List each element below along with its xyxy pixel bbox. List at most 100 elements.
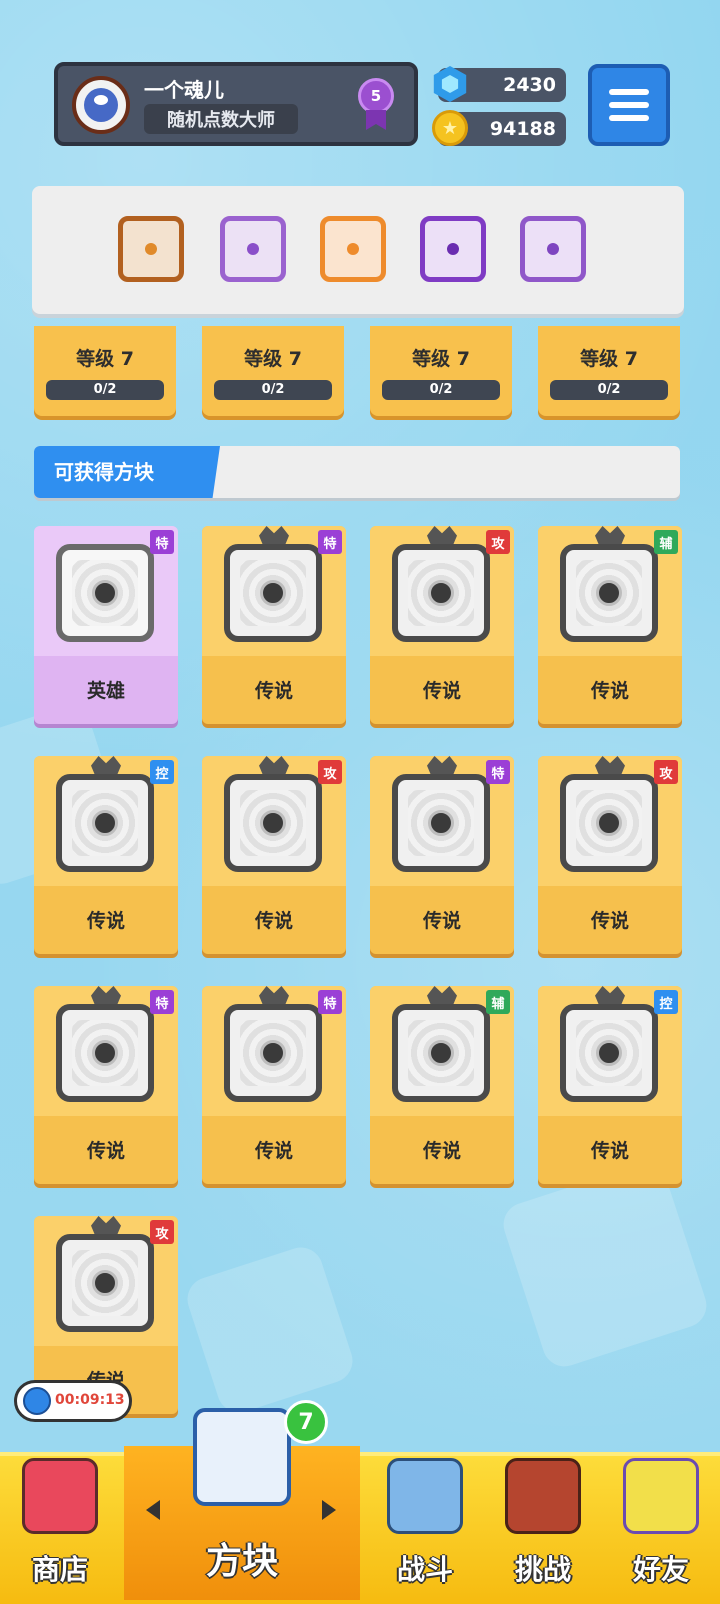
stopwatch-icon (23, 1387, 51, 1415)
block-level: 等级 7 (580, 348, 638, 370)
block-progress: 0/2 (382, 380, 500, 400)
nav-prev-arrow-icon[interactable] (146, 1500, 160, 1520)
block-die-icon (392, 1004, 490, 1102)
nav-challenge[interactable]: 挑战 (484, 1452, 602, 1600)
nav-blocks[interactable]: 方块 (124, 1408, 360, 1594)
player-avatar[interactable] (72, 76, 130, 134)
block-card[interactable]: 辅传说 (538, 526, 682, 724)
block-die-icon (224, 774, 322, 872)
battle-shield-icon (387, 1458, 463, 1534)
block-rarity: 英雄 (86, 680, 125, 702)
block-rarity: 传说 (86, 910, 125, 932)
block-rarity: 传说 (590, 680, 629, 702)
nav-blocks-label: 方块 (205, 1541, 278, 1582)
block-type-tag: 特 (318, 530, 342, 554)
die-pip-icon (260, 810, 286, 836)
block-progress: 0/2 (550, 380, 668, 400)
nav-next-arrow-icon[interactable] (322, 1500, 336, 1520)
block-die-icon (56, 1004, 154, 1102)
nav-battle[interactable]: 战斗 (366, 1452, 484, 1600)
nav-challenge-label: 挑战 (514, 1553, 571, 1586)
deck-slot-2[interactable] (220, 216, 286, 282)
block-die-icon (392, 774, 490, 872)
bg-decoration (497, 1157, 713, 1373)
block-type-tag: 特 (150, 530, 174, 554)
block-type-tag: 攻 (486, 530, 510, 554)
gem-counter[interactable]: 2430 (433, 66, 566, 102)
block-rarity: 传说 (422, 1140, 461, 1162)
block-card[interactable]: 特传说 (370, 756, 514, 954)
die-pip-icon (428, 580, 454, 606)
nav-friends[interactable]: 好友 (602, 1452, 720, 1600)
block-die-icon (56, 1234, 154, 1332)
block-type-tag: 特 (318, 990, 342, 1014)
block-rarity: 传说 (590, 1140, 629, 1162)
block-die-icon (224, 544, 322, 642)
block-die-icon (56, 544, 154, 642)
nav-friends-label: 好友 (632, 1553, 689, 1586)
block-rarity: 传说 (254, 1140, 293, 1162)
owned-block-card[interactable]: 等级 7 0/2 (202, 326, 344, 416)
section-header: 可获得方块 (34, 446, 680, 498)
block-die-icon (224, 1004, 322, 1102)
block-card[interactable]: 特传说 (202, 526, 346, 724)
block-die-icon (392, 544, 490, 642)
deck-slot-5[interactable] (520, 216, 586, 282)
owned-block-card[interactable]: 等级 7 0/2 (538, 326, 680, 416)
block-die-icon (560, 544, 658, 642)
block-progress: 0/2 (214, 380, 332, 400)
block-type-tag: 控 (654, 990, 678, 1014)
block-level: 等级 7 (76, 348, 134, 370)
block-die-icon (560, 774, 658, 872)
die-pip-icon (596, 1040, 622, 1066)
die-pip-icon (428, 1040, 454, 1066)
menu-line-icon (609, 115, 649, 121)
deck-slot-1[interactable] (118, 216, 184, 282)
block-card[interactable]: 攻传说 (202, 756, 346, 954)
deck-slot-3[interactable] (320, 216, 386, 282)
nav-shop[interactable]: 商店 (0, 1452, 120, 1600)
player-profile-panel[interactable]: 一个魂儿 随机点数大师 5 (54, 62, 418, 146)
menu-button[interactable] (588, 64, 670, 146)
block-card[interactable]: 特英雄 (34, 526, 178, 724)
deck-slot-4[interactable] (420, 216, 486, 282)
menu-line-icon (609, 89, 649, 95)
block-rarity: 传说 (590, 910, 629, 932)
mystery-block-icon (193, 1408, 291, 1506)
block-progress: 0/2 (46, 380, 164, 400)
rank-badge-icon[interactable]: 5 (358, 78, 394, 114)
block-card[interactable]: 攻传说 (538, 756, 682, 954)
block-card[interactable]: 控传说 (538, 986, 682, 1184)
block-rarity: 传说 (422, 910, 461, 932)
deck-panel (32, 186, 684, 314)
block-type-tag: 特 (486, 760, 510, 784)
block-die-icon (56, 774, 154, 872)
die-pip-icon (596, 810, 622, 836)
block-type-tag: 攻 (318, 760, 342, 784)
block-card[interactable]: 辅传说 (370, 986, 514, 1184)
block-type-tag: 特 (150, 990, 174, 1014)
block-card[interactable]: 攻传说 (370, 526, 514, 724)
block-card[interactable]: 特传说 (202, 986, 346, 1184)
block-rarity: 传说 (254, 910, 293, 932)
timer-text: 00:09:13 (55, 1392, 125, 1408)
block-die-icon (560, 1004, 658, 1102)
block-type-tag: 辅 (654, 530, 678, 554)
die-pip-icon (260, 580, 286, 606)
menu-line-icon (609, 102, 649, 108)
die-pip-icon (92, 580, 118, 606)
owned-block-card[interactable]: 等级 7 0/2 (370, 326, 512, 416)
block-card[interactable]: 控传说 (34, 756, 178, 954)
block-rarity: 传说 (86, 1140, 125, 1162)
event-timer[interactable]: 00:09:13 (14, 1380, 132, 1422)
block-type-tag: 控 (150, 760, 174, 784)
die-pip-icon (92, 1040, 118, 1066)
block-level: 等级 7 (412, 348, 470, 370)
bg-decoration (181, 1241, 359, 1419)
coin-counter[interactable]: ★ 94188 (432, 110, 566, 146)
owned-block-card[interactable]: 等级 7 0/2 (34, 326, 176, 416)
block-card[interactable]: 特传说 (34, 986, 178, 1184)
player-name: 一个魂儿 (144, 78, 224, 102)
coin-icon: ★ (432, 110, 468, 146)
player-title: 随机点数大师 (144, 104, 298, 134)
